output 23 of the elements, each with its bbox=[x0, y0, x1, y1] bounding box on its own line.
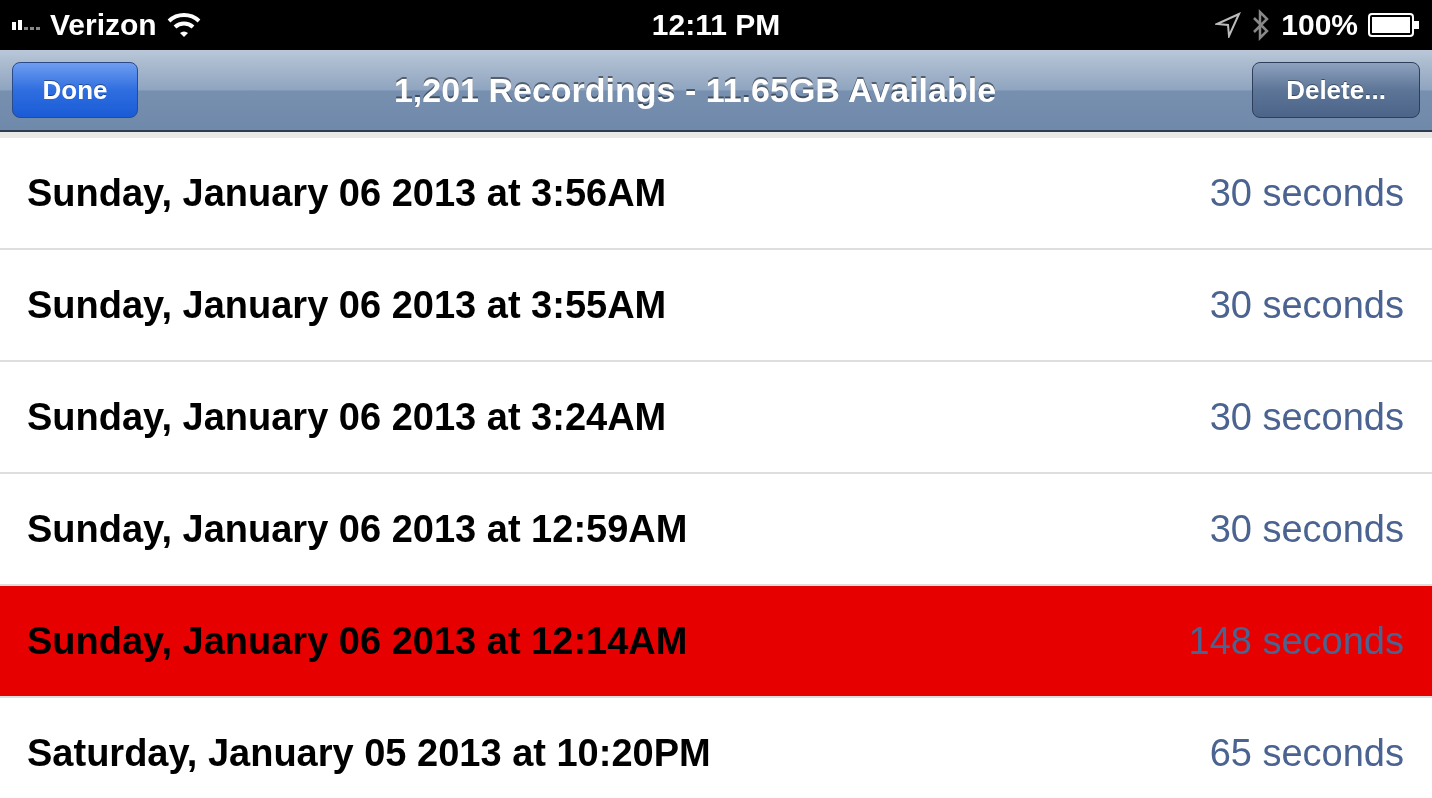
recording-date: Sunday, January 06 2013 at 3:55AM bbox=[27, 283, 667, 327]
delete-button[interactable]: Delete... bbox=[1252, 62, 1420, 118]
recording-row[interactable]: Sunday, January 06 2013 at 12:14AM 148 seconds bbox=[0, 586, 1432, 698]
battery-percent: 100% bbox=[1281, 8, 1358, 42]
battery-icon bbox=[1368, 13, 1420, 37]
recording-date: Sunday, January 06 2013 at 3:56AM bbox=[27, 171, 667, 215]
nav-title: 1,201 Recordings - 11.65GB Available bbox=[393, 70, 997, 110]
carrier-name: Verizon bbox=[50, 8, 157, 42]
recording-date: Sunday, January 06 2013 at 12:59AM bbox=[27, 507, 688, 551]
recording-duration: 30 seconds bbox=[1209, 507, 1404, 551]
recording-date: Sunday, January 06 2013 at 12:14AM bbox=[27, 619, 688, 663]
recording-duration: 148 seconds bbox=[1188, 619, 1404, 663]
done-button[interactable]: Done bbox=[12, 62, 138, 118]
recording-duration: 30 seconds bbox=[1209, 395, 1404, 439]
recording-duration: 30 seconds bbox=[1209, 283, 1404, 327]
recording-date: Sunday, January 06 2013 at 3:24AM bbox=[27, 395, 667, 439]
recording-date: Saturday, January 05 2013 at 10:20PM bbox=[27, 731, 711, 775]
wifi-icon bbox=[166, 12, 201, 38]
recording-duration: 65 seconds bbox=[1209, 731, 1404, 775]
status-time: 12:11 PM bbox=[651, 8, 781, 42]
location-arrow-icon bbox=[1215, 12, 1242, 38]
recording-duration: 30 seconds bbox=[1209, 171, 1404, 215]
signal-icon bbox=[12, 20, 40, 30]
